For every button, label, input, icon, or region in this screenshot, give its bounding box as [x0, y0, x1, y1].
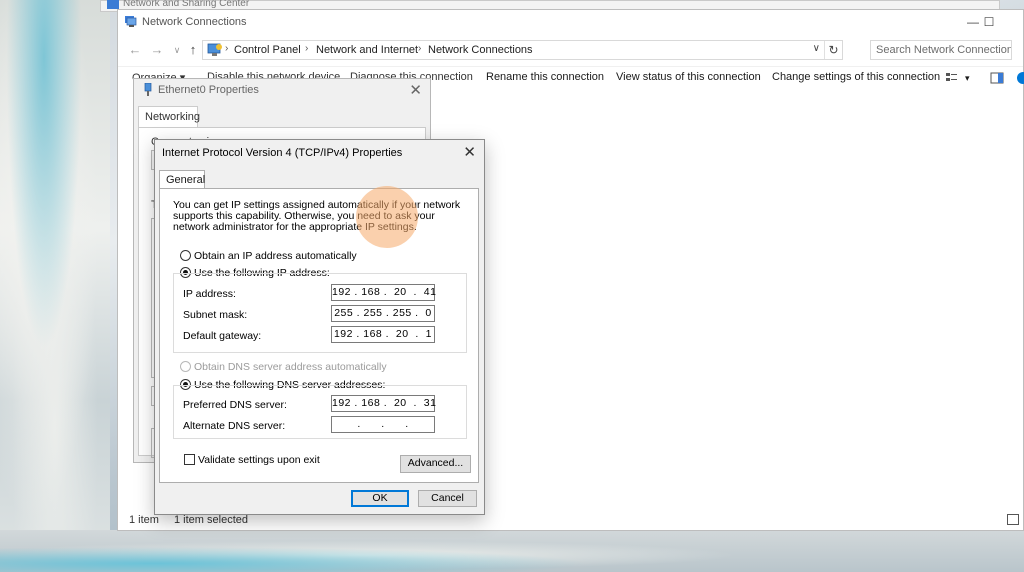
preview-pane-icon[interactable]: [990, 71, 1004, 85]
desktop-background-bottom: [0, 530, 1024, 572]
change-settings-button[interactable]: Change settings of this connection: [772, 71, 940, 83]
up-arrow-icon[interactable]: ↑: [184, 41, 202, 59]
help-icon[interactable]: [1016, 71, 1024, 85]
maximize-button[interactable]: ☐: [974, 12, 1004, 32]
breadcrumb-separator: ›: [418, 43, 422, 54]
desktop-background: [0, 0, 110, 572]
breadcrumb-network-and-internet[interactable]: Network and Internet: [316, 44, 418, 56]
breadcrumb-separator: ›: [225, 43, 229, 54]
ip-address-field[interactable]: 192 . 168 . 20 . 41: [331, 284, 436, 301]
refresh-icon[interactable]: ↻: [824, 41, 842, 59]
preferred-dns-label: Preferred DNS server:: [183, 399, 287, 411]
obtain-dns-auto-radio[interactable]: Obtain DNS server address automatically: [180, 361, 387, 373]
window-title: Network Connections: [142, 16, 247, 28]
radio-unselected[interactable]: [180, 361, 191, 372]
address-bar: ← → ∨ ↑ › Control Panel › Network and In…: [118, 38, 1023, 62]
click-highlight-indicator: [356, 186, 418, 248]
preferred-dns-field[interactable]: 192 . 168 . 20 . 31: [331, 395, 436, 412]
view-status-button[interactable]: View status of this connection: [616, 71, 761, 83]
address-input[interactable]: › Control Panel › Network and Internet ›…: [202, 40, 843, 60]
back-arrow-icon[interactable]: ←: [126, 41, 144, 59]
breadcrumb-separator: ›: [305, 43, 309, 54]
title-bar: Network Connections — ☐: [118, 10, 1023, 36]
radio-unselected[interactable]: [180, 250, 191, 261]
forward-arrow-icon[interactable]: →: [148, 41, 166, 59]
default-gateway-label: Default gateway:: [183, 330, 262, 342]
ipv4-properties-dialog: Internet Protocol Version 4 (TCP/IPv4) P…: [154, 139, 485, 515]
cancel-button[interactable]: Cancel: [418, 490, 477, 507]
change-view-icon[interactable]: [945, 71, 959, 85]
control-panel-icon: [207, 43, 222, 56]
address-dropdown-icon[interactable]: ∨: [813, 43, 820, 54]
alternate-dns-label: Alternate DNS server:: [183, 420, 286, 432]
view-options-dropdown[interactable]: ▾: [965, 73, 970, 84]
obtain-ip-auto-label: Obtain an IP address automatically: [194, 250, 357, 262]
obtain-dns-auto-label: Obtain DNS server address automatically: [194, 361, 387, 373]
ip-address-label: IP address:: [183, 288, 236, 300]
selection-count: 1 item selected: [174, 514, 248, 526]
tab-networking[interactable]: Networking: [138, 106, 200, 128]
network-adapter-icon: [144, 83, 152, 96]
general-panel: You can get IP settings assigned automat…: [159, 188, 479, 483]
item-count: 1 item: [129, 514, 159, 526]
validate-settings-checkbox[interactable]: Validate settings upon exit: [184, 454, 320, 466]
details-view-icon[interactable]: [1007, 514, 1019, 525]
close-icon[interactable]: ✕: [463, 143, 476, 161]
network-connections-icon: [125, 16, 137, 27]
rename-button[interactable]: Rename this connection: [486, 71, 604, 83]
close-icon[interactable]: ✕: [409, 81, 422, 99]
ok-button[interactable]: OK: [351, 490, 409, 507]
ipv4-dialog-title: Internet Protocol Version 4 (TCP/IPv4) P…: [162, 147, 403, 159]
subnet-mask-label: Subnet mask:: [183, 309, 248, 321]
ethernet-dialog-title: Ethernet0 Properties: [158, 84, 259, 96]
background-window-title: Network and Sharing Center: [123, 0, 250, 9]
validate-settings-label: Validate settings upon exit: [198, 454, 320, 466]
alternate-dns-field[interactable]: . . .: [331, 416, 435, 433]
breadcrumb-control-panel[interactable]: Control Panel: [234, 44, 301, 56]
network-center-icon: [107, 0, 119, 9]
obtain-ip-auto-radio[interactable]: Obtain an IP address automatically: [180, 250, 357, 262]
subnet-mask-field[interactable]: 255 . 255 . 255 . 0: [331, 305, 435, 322]
tab-general[interactable]: General: [159, 170, 205, 189]
breadcrumb-network-connections[interactable]: Network Connections: [428, 44, 533, 56]
default-gateway-field[interactable]: 192 . 168 . 20 . 1: [331, 326, 435, 343]
ip-settings-description: You can get IP settings assigned automat…: [173, 199, 461, 233]
search-input[interactable]: Search Network Connections: [870, 40, 1012, 60]
checkbox-unchecked[interactable]: [184, 454, 195, 465]
advanced-button[interactable]: Advanced...: [400, 455, 471, 473]
